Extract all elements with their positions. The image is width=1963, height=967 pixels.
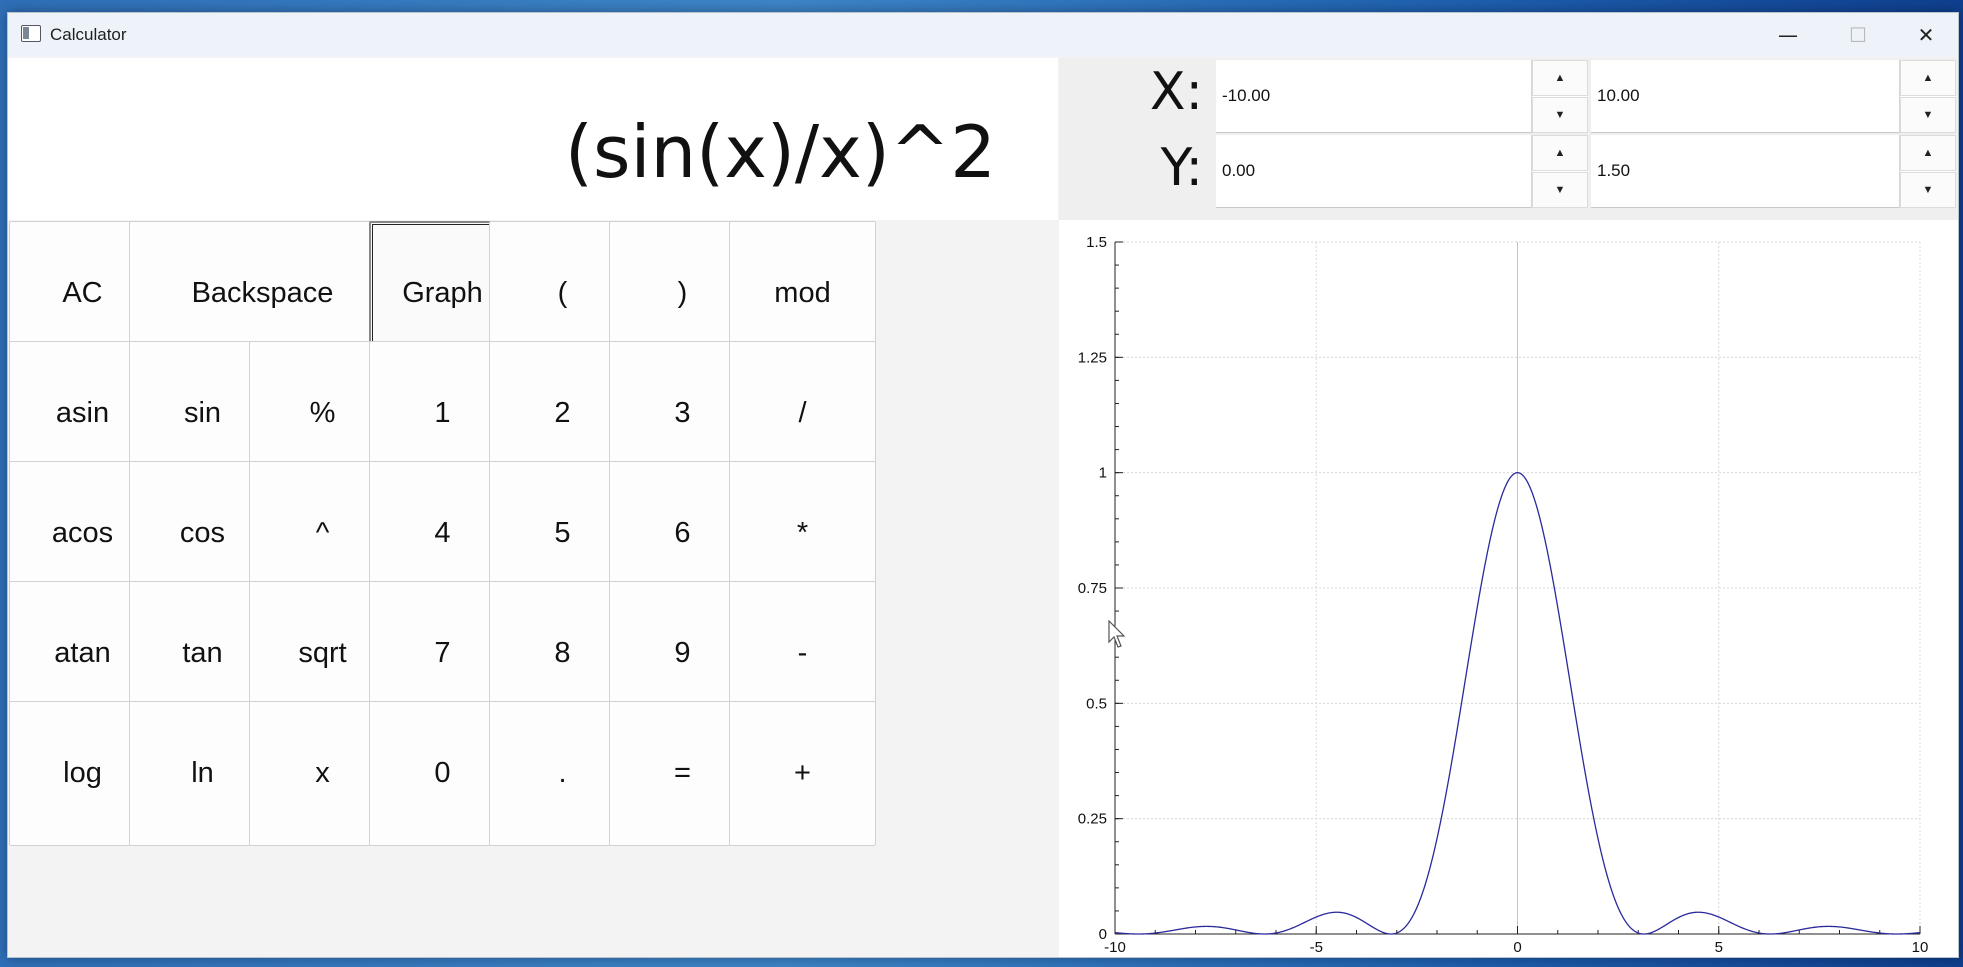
x-range-label: X: bbox=[1149, 62, 1203, 122]
app-icon bbox=[21, 25, 41, 42]
y-tick-label: 0.75 bbox=[1078, 580, 1107, 597]
expression-text: (sin(x)/x)^2 bbox=[564, 110, 996, 194]
maximize-icon: ☐ bbox=[1849, 23, 1867, 47]
y-max-decrement-button[interactable]: ▼ bbox=[1900, 172, 1956, 208]
up-arrow-icon: ▲ bbox=[1554, 72, 1566, 84]
up-arrow-icon: ▲ bbox=[1922, 147, 1934, 159]
x-tick-label: -5 bbox=[1310, 939, 1323, 956]
y-max-increment-button[interactable]: ▲ bbox=[1900, 135, 1956, 171]
range-controls: X: Y: -10.00 ▲ ▼ 10.00 ▲ ▼ 0.00 ▲ ▼ 1.50 ▲ ▼ bbox=[1059, 58, 1958, 220]
y-tick-label: 0.5 bbox=[1086, 695, 1107, 712]
x-max-increment-button[interactable]: ▲ bbox=[1900, 60, 1956, 96]
y-tick-label: 1 bbox=[1099, 465, 1107, 482]
y-tick-label: 0.25 bbox=[1078, 811, 1107, 828]
up-arrow-icon: ▲ bbox=[1554, 147, 1566, 159]
window-title: Calculator bbox=[50, 25, 127, 44]
mouse-cursor-icon bbox=[1108, 620, 1126, 648]
y-tick-label: 1.25 bbox=[1078, 349, 1107, 366]
y-tick-label: 1.5 bbox=[1086, 234, 1107, 251]
y-tick-label: 0 bbox=[1099, 926, 1107, 943]
up-arrow-icon: ▲ bbox=[1922, 72, 1934, 84]
y-max-spinbox[interactable]: 1.50 ▲ ▼ bbox=[1591, 135, 1956, 208]
graph-panel: X: Y: -10.00 ▲ ▼ 10.00 ▲ ▼ 0.00 ▲ ▼ 1.50 ▲ ▼… bbox=[1059, 58, 1958, 957]
down-arrow-icon: ▼ bbox=[1554, 109, 1566, 121]
x-max-spinbox[interactable]: 10.00 ▲ ▼ bbox=[1591, 60, 1956, 133]
key-plus-button[interactable]: + bbox=[729, 701, 876, 846]
minimize-icon: — bbox=[1778, 23, 1798, 47]
maximize-button[interactable]: ☐ bbox=[1824, 13, 1892, 57]
x-min-value: -10.00 bbox=[1222, 86, 1271, 105]
y-min-increment-button[interactable]: ▲ bbox=[1532, 135, 1588, 171]
down-arrow-icon: ▼ bbox=[1554, 184, 1566, 196]
down-arrow-icon: ▼ bbox=[1922, 109, 1934, 121]
y-min-decrement-button[interactable]: ▼ bbox=[1532, 172, 1588, 208]
x-tick-label: 0 bbox=[1513, 939, 1521, 956]
x-min-decrement-button[interactable]: ▼ bbox=[1532, 97, 1588, 133]
function-plot: -10 -5 0 5 10 0 0.25 0.5 0.75 1 1.25 1.5 bbox=[1078, 234, 1929, 956]
x-tick-label: 5 bbox=[1715, 939, 1723, 956]
x-max-value: 10.00 bbox=[1597, 86, 1640, 105]
down-arrow-icon: ▼ bbox=[1922, 184, 1934, 196]
x-min-increment-button[interactable]: ▲ bbox=[1532, 60, 1588, 96]
y-range-label: Y: bbox=[1160, 138, 1203, 198]
expression-display: (sin(x)/x)^2 bbox=[8, 58, 1058, 220]
x-tick-label: -10 bbox=[1104, 939, 1126, 956]
x-tick-label: 10 bbox=[1912, 939, 1929, 956]
calculator-window: Calculator — ☐ ✕ (sin(x)/x)^2 AC Backspac… bbox=[7, 12, 1959, 958]
keypad: AC Backspace Graph() mod asin sin% 1 2 3/acos cos… bbox=[8, 220, 1058, 957]
y-max-value: 1.50 bbox=[1597, 161, 1631, 180]
y-min-spinbox[interactable]: 0.00 ▲ ▼ bbox=[1216, 135, 1588, 208]
y-min-value: 0.00 bbox=[1222, 161, 1256, 180]
close-button[interactable]: ✕ bbox=[1892, 13, 1960, 57]
x-min-spinbox[interactable]: -10.00 ▲ ▼ bbox=[1216, 60, 1588, 133]
minimize-button[interactable]: — bbox=[1754, 13, 1822, 57]
x-max-decrement-button[interactable]: ▼ bbox=[1900, 97, 1956, 133]
close-icon: ✕ bbox=[1917, 23, 1935, 47]
title-bar: Calculator — ☐ ✕ bbox=[8, 13, 1958, 57]
